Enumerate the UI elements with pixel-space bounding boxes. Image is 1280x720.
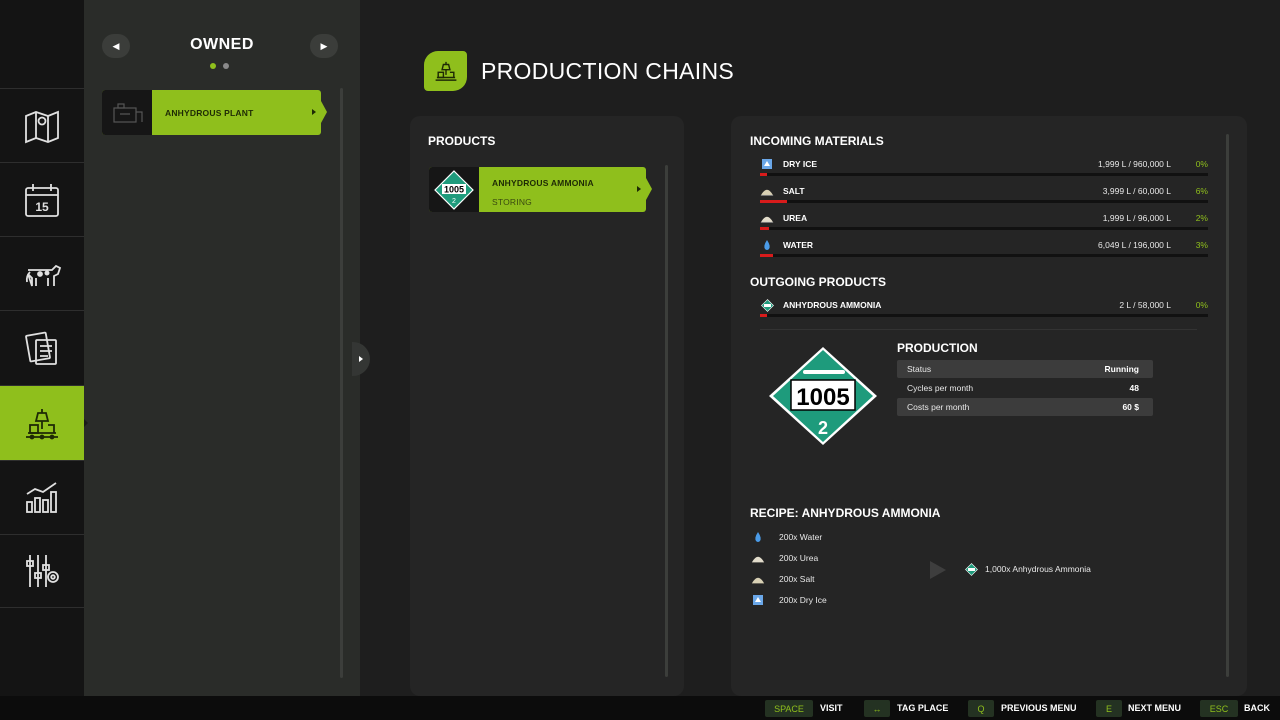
calendar-tab[interactable]: 15 (0, 162, 84, 236)
page-indicator-dot-active (210, 63, 216, 69)
product-status: STORING (492, 197, 532, 207)
fill-level-bar (760, 254, 1208, 257)
plant-thumbnail-icon (102, 90, 152, 135)
recipe-title: RECIPE: ANHYDROUS AMMONIA (750, 506, 941, 520)
svg-text:1005: 1005 (796, 384, 849, 411)
statistics-icon (26, 481, 57, 513)
back-action-label[interactable]: BACK (1244, 703, 1270, 713)
incoming-row-salt: SALT 3,999 L / 60,000 L 6% (760, 184, 1208, 204)
production-tab[interactable] (0, 385, 92, 460)
production-icon (26, 409, 58, 440)
previous-menu-action-label[interactable]: PREVIOUS MENU (1001, 703, 1077, 713)
main-menu-sidebar: 15 (0, 0, 92, 696)
collapse-arrow-icon (359, 356, 363, 362)
fill-level-bar (760, 314, 1208, 317)
owned-item-anhydrous-plant[interactable]: ANHYDROUS PLANT (102, 90, 327, 135)
incoming-row-water: WATER 6,049 L / 196,000 L 3% (760, 238, 1208, 258)
products-title: PRODUCTS (428, 134, 496, 148)
details-scrollbar[interactable] (1226, 134, 1229, 677)
footer-bar (0, 696, 1280, 720)
svg-text:15: 15 (35, 200, 49, 214)
hazmat-placard-icon: 1005 2 (769, 347, 877, 445)
production-costs-row: Costs per month 60 $ (897, 398, 1153, 416)
q-key-badge[interactable]: Q (968, 700, 994, 717)
dry-ice-icon (760, 157, 774, 171)
map-icon (25, 110, 59, 143)
placard-thumbnail-icon: 1005 2 (429, 167, 479, 212)
product-name: ANHYDROUS AMMONIA (492, 178, 594, 188)
next-page-button[interactable]: ▶ (310, 34, 338, 58)
statistics-tab[interactable] (0, 460, 84, 534)
svg-text:1005: 1005 (444, 184, 464, 194)
collapse-panel-button[interactable] (352, 342, 370, 376)
settings-sliders-icon (26, 555, 59, 587)
outgoing-products-title: OUTGOING PRODUCTS (750, 275, 887, 289)
fill-level-bar (760, 173, 1208, 176)
salt-icon (751, 572, 765, 586)
calendar-icon: 15 (25, 183, 59, 217)
ammonia-icon (760, 298, 774, 312)
tag-place-key-badge[interactable]: ↔ (864, 700, 890, 717)
production-cycles-row: Cycles per month 48 (907, 383, 1139, 393)
production-status-row: Status Running (897, 360, 1153, 378)
animals-tab[interactable] (0, 236, 84, 310)
recipe-arrow-icon (930, 561, 946, 579)
divider (760, 329, 1197, 330)
next-menu-action-label[interactable]: NEXT MENU (1128, 703, 1181, 713)
svg-text:2: 2 (452, 198, 456, 205)
owned-item-label: ANHYDROUS PLANT (165, 108, 254, 118)
owned-scrollbar[interactable] (340, 88, 343, 678)
ammonia-icon (964, 562, 978, 576)
salt-icon (760, 184, 774, 198)
production-title: PRODUCTION (897, 341, 978, 355)
svg-text:2: 2 (818, 418, 828, 438)
right-arrow-icon: ▶ (320, 40, 328, 51)
visit-action-label[interactable]: VISIT (820, 703, 843, 713)
tag-place-action-label[interactable]: TAG PLACE (897, 703, 948, 713)
water-icon (760, 238, 774, 252)
incoming-materials-title: INCOMING MATERIALS (750, 134, 884, 148)
fill-level-bar (760, 200, 1208, 203)
cow-icon (25, 264, 62, 286)
page-title: PRODUCTION CHAINS (481, 58, 735, 84)
incoming-row-dry-ice: DRY ICE 1,999 L / 960,000 L 0% (760, 157, 1208, 177)
contracts-tab[interactable] (0, 310, 84, 384)
fill-level-bar (760, 227, 1208, 230)
water-icon (751, 530, 765, 544)
products-scrollbar[interactable] (665, 165, 668, 677)
production-header-icon (424, 51, 467, 91)
settings-tab[interactable] (0, 534, 84, 608)
urea-icon (751, 551, 765, 565)
product-item-anhydrous-ammonia[interactable]: 1005 2 ANHYDROUS AMMONIA STORING (429, 167, 652, 212)
esc-key-badge[interactable]: ESC (1200, 700, 1238, 717)
incoming-row-urea: UREA 1,999 L / 96,000 L 2% (760, 211, 1208, 231)
space-key-badge[interactable]: SPACE (765, 700, 813, 717)
urea-icon (760, 211, 774, 225)
outgoing-row-anhydrous-ammonia: ANHYDROUS AMMONIA 2 L / 58,000 L 0% (760, 298, 1208, 318)
owned-panel: ◀ OWNED ▶ ANHYDROUS PLANT (84, 0, 360, 696)
e-key-badge[interactable]: E (1096, 700, 1122, 717)
contracts-icon (25, 331, 57, 365)
map-tab[interactable] (0, 88, 84, 162)
dry-ice-icon (751, 593, 765, 607)
page-indicator-dot (223, 63, 229, 69)
